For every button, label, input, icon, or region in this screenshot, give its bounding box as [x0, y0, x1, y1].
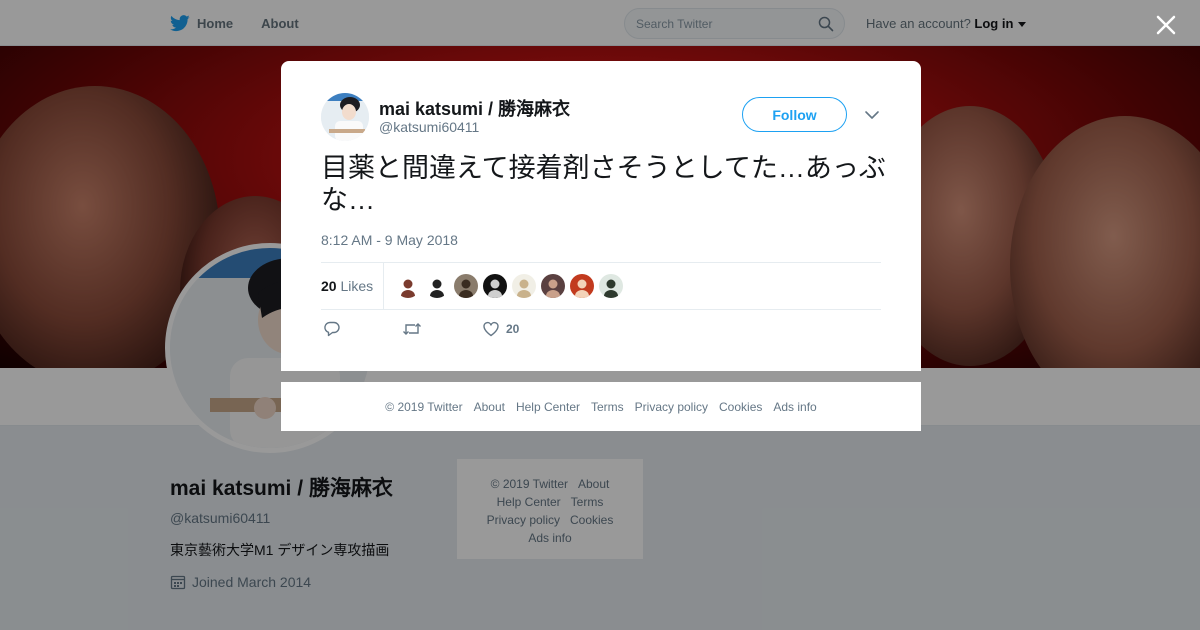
retweet-action[interactable]: [402, 320, 422, 338]
modal-footer: © 2019 Twitter About Help Center Terms P…: [281, 382, 921, 431]
liker-avatar[interactable]: [541, 274, 565, 298]
liker-avatar[interactable]: [483, 274, 507, 298]
liker-avatar[interactable]: [599, 274, 623, 298]
tweet-author-avatar[interactable]: [321, 93, 369, 141]
modal-footer-ads[interactable]: Ads info: [773, 400, 816, 414]
liker-avatar[interactable]: [570, 274, 594, 298]
tweet-modal: mai katsumi / 勝海麻衣 @katsumi60411 Follow …: [281, 61, 921, 371]
follow-button[interactable]: Follow: [742, 97, 847, 132]
stats-divider: [383, 263, 384, 309]
reply-icon[interactable]: [323, 320, 341, 338]
likes-count: 20: [321, 278, 337, 294]
tweet-author-avatar-image: [321, 93, 369, 141]
tweet-actions: 20: [321, 320, 621, 342]
modal-footer-terms[interactable]: Terms: [591, 400, 624, 414]
liker-avatar[interactable]: [425, 274, 449, 298]
like-action-count: 20: [506, 322, 520, 336]
heart-icon[interactable]: [482, 320, 500, 338]
modal-footer-help[interactable]: Help Center: [516, 400, 580, 414]
chevron-down-icon[interactable]: [864, 109, 880, 121]
tweet-author-handle[interactable]: @katsumi60411: [379, 119, 479, 135]
liker-avatar[interactable]: [454, 274, 478, 298]
modal-footer-cookies[interactable]: Cookies: [719, 400, 762, 414]
likers-list: [396, 274, 628, 298]
reply-action[interactable]: [323, 320, 341, 338]
tweet-timestamp[interactable]: 8:12 AM - 9 May 2018: [321, 232, 458, 248]
tweet-text: 目薬と間違えて接着剤さそうとしてた…あっぶな…: [321, 153, 886, 215]
close-icon[interactable]: [1152, 11, 1180, 39]
liker-avatar[interactable]: [512, 274, 536, 298]
liker-avatar[interactable]: [396, 274, 420, 298]
modal-footer-privacy[interactable]: Privacy policy: [635, 400, 708, 414]
retweet-icon[interactable]: [402, 320, 422, 338]
likes-label: Likes: [340, 278, 374, 294]
likes-stat[interactable]: 20 Likes: [321, 278, 373, 294]
modal-footer-about[interactable]: About: [474, 400, 505, 414]
modal-footer-copyright: © 2019 Twitter: [385, 399, 463, 414]
tweet-stats: 20 Likes: [321, 262, 881, 310]
tweet-author-name[interactable]: mai katsumi / 勝海麻衣: [379, 95, 570, 121]
like-action[interactable]: 20: [482, 320, 519, 338]
